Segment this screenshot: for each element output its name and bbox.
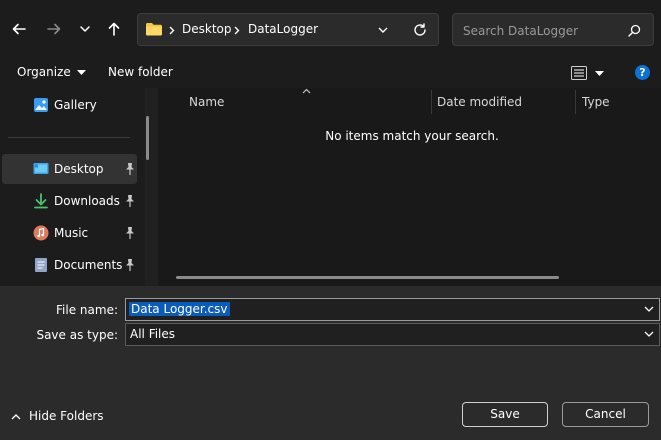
chevron-down-icon[interactable] [644,330,654,338]
navigation-bar: Desktop DataLogger [0,0,661,58]
empty-message: No items match your search. [325,129,499,143]
address-bar[interactable]: Desktop DataLogger [137,13,439,46]
hide-folders-button[interactable]: Hide Folders [11,409,104,423]
download-icon [34,193,48,209]
recent-locations-button[interactable] [72,16,98,42]
back-button[interactable] [6,16,32,42]
search-box[interactable] [452,13,654,46]
sidebar-item-gallery[interactable]: Gallery [2,90,137,120]
column-header-type[interactable]: Type [582,95,610,109]
chevron-down-icon[interactable] [644,305,654,313]
cancel-button[interactable]: Cancel [562,402,649,427]
filename-value[interactable]: Data Logger.csv [129,302,230,316]
navigation-pane: Gallery Desktop Downloads Music Document… [0,88,145,286]
save-panel: File name: Data Logger.csv Save as type:… [0,286,661,440]
caret-down-icon [76,69,86,75]
sidebar-item-label: Music [54,226,89,240]
search-icon[interactable] [628,24,641,37]
sidebar-scrollbar[interactable] [146,116,149,160]
chevron-down-icon [80,26,90,32]
search-input[interactable] [461,20,625,42]
arrow-left-icon [12,23,26,35]
sidebar-item-desktop[interactable]: Desktop [2,154,137,184]
sidebar-item-downloads[interactable]: Downloads [2,186,137,216]
chevron-right-icon [234,26,240,35]
save-as-type-select[interactable]: All Files [125,323,660,346]
horizontal-scrollbar[interactable] [176,276,559,279]
sidebar-item-label: Downloads [54,194,120,208]
save-as-type-value: All Files [130,327,176,341]
organize-button[interactable]: Organize [17,65,86,79]
column-divider[interactable] [431,90,432,114]
pin-icon[interactable] [124,194,136,208]
new-folder-button[interactable]: New folder [108,65,173,79]
chevron-up-icon [11,413,21,419]
sidebar-item-label: Desktop [54,162,104,176]
help-icon[interactable]: ? [635,65,650,80]
folder-icon [146,23,162,36]
sidebar-divider [8,137,130,138]
arrow-right-icon [47,23,61,35]
save-button[interactable]: Save [462,402,548,427]
documents-icon [35,258,47,272]
save-as-type-label: Save as type: [36,328,118,342]
gallery-icon [34,98,48,112]
pin-icon[interactable] [124,162,136,176]
music-icon [33,225,49,241]
breadcrumb-desktop[interactable]: Desktop [182,22,232,36]
sidebar-item-label: Documents [54,258,123,272]
pin-icon[interactable] [124,258,136,272]
hide-folders-label: Hide Folders [29,409,104,423]
column-divider[interactable] [575,90,576,114]
chevron-down-icon[interactable] [378,26,388,34]
chevron-right-icon [169,26,175,35]
refresh-icon[interactable] [413,23,427,37]
arrow-up-icon [108,22,120,36]
view-list-icon [571,66,587,80]
filename-field[interactable]: Data Logger.csv [125,298,660,321]
forward-button[interactable] [41,16,67,42]
up-button[interactable] [101,16,127,42]
sidebar-item-music[interactable]: Music [2,218,137,248]
sort-up-icon [302,88,311,94]
file-list: Name Date modified Type No items match y… [158,88,661,286]
sidebar-item-label: Gallery [54,98,97,112]
organize-label: Organize [17,65,71,79]
desktop-icon [33,163,49,174]
pin-icon[interactable] [124,226,136,240]
column-header-name[interactable]: Name [189,95,224,109]
view-options-button[interactable] [571,66,604,80]
command-bar: Organize New folder ? [0,58,661,88]
caret-down-icon [595,70,604,76]
breadcrumb-datalogger[interactable]: DataLogger [248,22,318,36]
filename-label: File name: [56,303,118,317]
column-header-date-modified[interactable]: Date modified [437,95,522,109]
sidebar-item-documents[interactable]: Documents [2,250,137,280]
